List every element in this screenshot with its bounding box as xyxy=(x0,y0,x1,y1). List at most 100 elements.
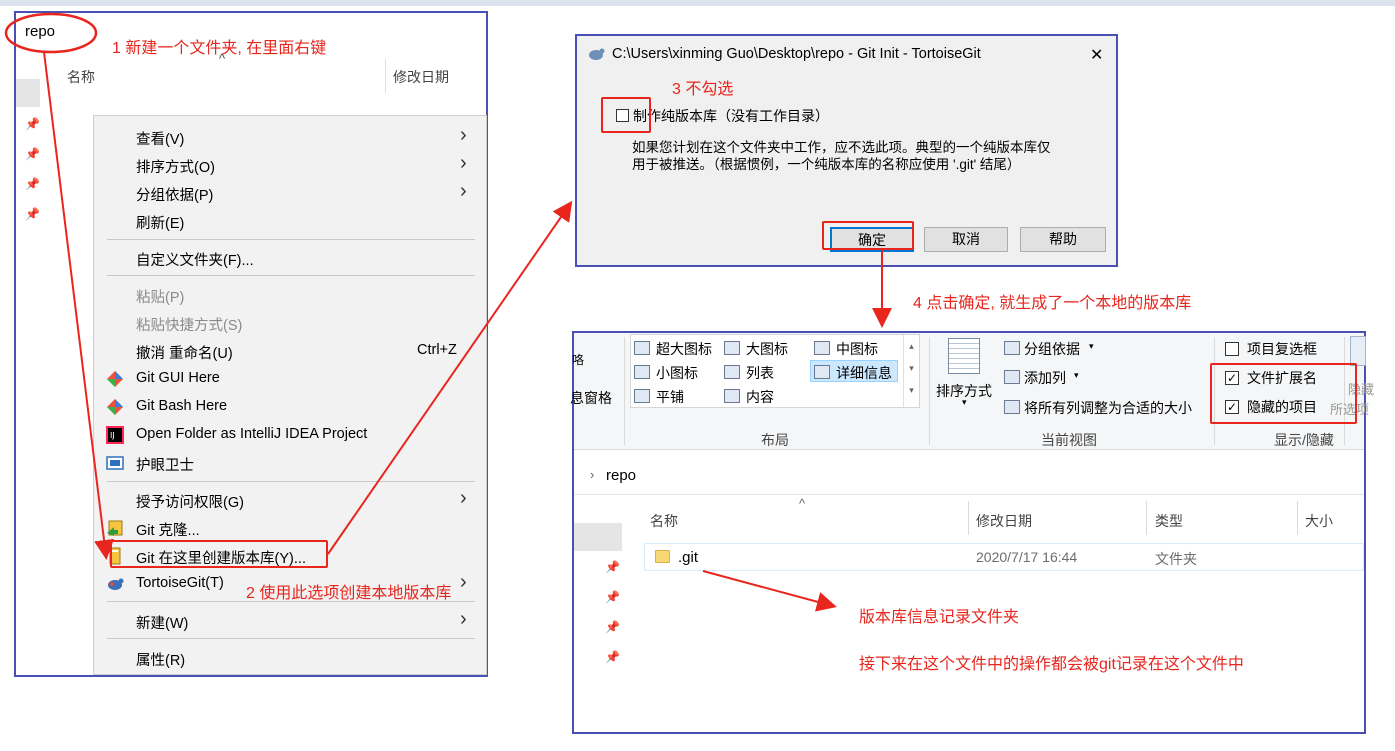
chevron-right-icon: › xyxy=(460,124,467,146)
address-divider xyxy=(574,494,1364,495)
shortcut-text: Ctrl+Z xyxy=(417,342,457,358)
column-header-type[interactable]: 类型 xyxy=(1155,511,1183,531)
eye-guard-icon xyxy=(106,454,124,472)
nav-pane-selected[interactable] xyxy=(574,523,622,551)
highlight-create-repo xyxy=(110,540,328,568)
table-row[interactable]: .git 2020/7/17 16:44 文件夹 xyxy=(644,543,1364,571)
pin-icon[interactable]: 📌 xyxy=(605,560,620,574)
layout-large[interactable]: 大图标 xyxy=(746,339,788,359)
pin-icon[interactable]: 📌 xyxy=(605,650,620,664)
column-header-name[interactable]: 名称 xyxy=(67,67,95,87)
chevron-right-icon[interactable]: › xyxy=(590,467,594,482)
pin-icon[interactable]: 📌 xyxy=(25,177,40,191)
column-divider xyxy=(385,59,386,93)
hide-selected-icon xyxy=(1350,336,1366,366)
tiles-icon xyxy=(634,389,650,403)
menu-separator xyxy=(107,481,475,482)
file-date: 2020/7/17 16:44 xyxy=(976,549,1078,565)
breadcrumb[interactable]: repo xyxy=(606,467,636,484)
add-column-button[interactable]: 添加列 xyxy=(1024,368,1066,388)
menu-item-undo-rename[interactable]: 撤消 重命名(U) Ctrl+Z xyxy=(94,338,488,364)
nav-pane-selected[interactable] xyxy=(16,79,40,107)
gallery-scroll[interactable]: ▴ ▾ ▾ xyxy=(903,335,919,407)
pin-icon[interactable]: 📌 xyxy=(605,590,620,604)
dialog-description-line2: 用于被推送。（根据惯例，一个纯版本库的名称应使用 '.git' 结尾） xyxy=(632,157,1021,172)
annotation-note2: 接下来在这个文件中的操作都会被git记录在这个文件中 xyxy=(859,656,1244,673)
annotation-step2: 2 使用此选项创建本地版本库 xyxy=(246,585,452,602)
layout-content[interactable]: 内容 xyxy=(746,387,774,407)
folder-name[interactable]: repo xyxy=(25,23,55,40)
svg-text:IJ: IJ xyxy=(110,431,115,440)
menu-item-group[interactable]: 分组依据(P) › xyxy=(94,180,488,206)
file-name[interactable]: .git xyxy=(678,549,698,566)
group-label-show-hide: 显示/隐藏 xyxy=(1274,432,1334,448)
help-button[interactable]: 帮助 xyxy=(1020,227,1106,252)
layout-list[interactable]: 列表 xyxy=(746,363,774,383)
layout-small[interactable]: 小图标 xyxy=(656,363,698,383)
column-header-date[interactable]: 修改日期 xyxy=(393,67,449,87)
cancel-button[interactable]: 取消 xyxy=(924,227,1008,252)
pin-icon[interactable]: 📌 xyxy=(25,117,40,131)
column-header-date[interactable]: 修改日期 xyxy=(976,511,1032,531)
menu-separator xyxy=(107,239,475,240)
menu-item-new[interactable]: 新建(W) › xyxy=(94,608,488,634)
menu-item-refresh[interactable]: 刷新(E) xyxy=(94,208,488,234)
git-icon xyxy=(106,370,124,388)
menu-item-intellij[interactable]: IJ Open Folder as IntelliJ IDEA Project xyxy=(94,422,488,448)
menu-separator xyxy=(107,275,475,276)
menu-item-view[interactable]: 查看(V) › xyxy=(94,124,488,150)
pin-icon[interactable]: 📌 xyxy=(605,620,620,634)
column-divider xyxy=(1297,501,1298,535)
column-header-name[interactable]: 名称 xyxy=(650,511,678,531)
menu-item-properties[interactable]: 属性(R) xyxy=(94,645,488,671)
menu-item-sort[interactable]: 排序方式(O) › xyxy=(94,152,488,178)
highlight-show-hide xyxy=(1210,363,1357,424)
dialog-title: C:\Users\xinming Guo\Desktop\repo - Git … xyxy=(612,46,981,62)
layout-extra-large[interactable]: 超大图标 xyxy=(656,339,712,359)
details-icon xyxy=(814,365,830,379)
bare-repo-label[interactable]: 制作纯版本库（没有工作目录） xyxy=(633,106,829,126)
menu-item-eye-guard[interactable]: 护眼卫士 xyxy=(94,450,488,476)
tortoisegit-clone-icon xyxy=(106,519,124,537)
chevron-right-icon: › xyxy=(460,180,467,202)
menu-item-grant-access[interactable]: 授予访问权限(G) › xyxy=(94,487,488,513)
menu-item-paste-shortcut: 粘贴快捷方式(S) xyxy=(136,318,243,334)
group-by-button[interactable]: 分组依据 xyxy=(1024,339,1080,359)
layout-details[interactable]: 详细信息 xyxy=(836,363,892,383)
git-icon xyxy=(106,398,124,416)
folder-icon xyxy=(655,550,670,563)
ribbon-divider xyxy=(929,337,930,445)
extra-large-icons-icon xyxy=(634,341,650,355)
menu-item-customize-folder[interactable]: 自定义文件夹(F)... xyxy=(94,245,488,271)
highlight-ok-button xyxy=(822,221,914,250)
annotation-step3: 3 不勾选 xyxy=(672,81,734,98)
fit-columns-button[interactable]: 将所有列调整为合适的大小 xyxy=(1024,398,1192,418)
layout-medium[interactable]: 中图标 xyxy=(836,339,878,359)
chevron-right-icon: › xyxy=(460,608,467,630)
sort-by-icon xyxy=(948,338,980,374)
menu-item-git-gui[interactable]: Git GUI Here xyxy=(94,366,488,392)
annotation-note1: 版本库信息记录文件夹 xyxy=(859,609,1020,626)
group-label-current-view: 当前视图 xyxy=(1041,432,1097,448)
pin-icon[interactable]: 📌 xyxy=(25,207,40,221)
cut-ribbon-text: 咯 xyxy=(572,353,585,367)
item-checkbox-toggle[interactable] xyxy=(1225,342,1239,356)
menu-item-git-bash[interactable]: Git Bash Here xyxy=(94,394,488,420)
chevron-down-icon: ▾ xyxy=(962,397,967,407)
menu-item-git-clone[interactable]: Git 克隆... xyxy=(94,515,488,541)
column-header-size[interactable]: 大小 xyxy=(1305,511,1333,531)
file-type: 文件夹 xyxy=(1155,551,1197,567)
column-divider xyxy=(968,501,969,535)
close-icon[interactable]: ✕ xyxy=(1090,45,1103,65)
layout-tiles[interactable]: 平铺 xyxy=(656,387,684,407)
column-divider xyxy=(1146,501,1147,535)
highlight-bare-checkbox xyxy=(601,97,651,133)
pin-icon[interactable]: 📌 xyxy=(25,147,40,161)
group-by-icon xyxy=(1004,341,1020,355)
fit-columns-icon xyxy=(1004,400,1020,414)
add-column-icon xyxy=(1004,370,1020,384)
item-checkbox-label[interactable]: 项目复选框 xyxy=(1247,339,1317,359)
menu-item-paste: 粘贴(P) xyxy=(136,290,185,306)
details-pane-button[interactable]: 息窗格 xyxy=(570,388,612,408)
chevron-down-icon: ▾ xyxy=(1089,341,1094,351)
